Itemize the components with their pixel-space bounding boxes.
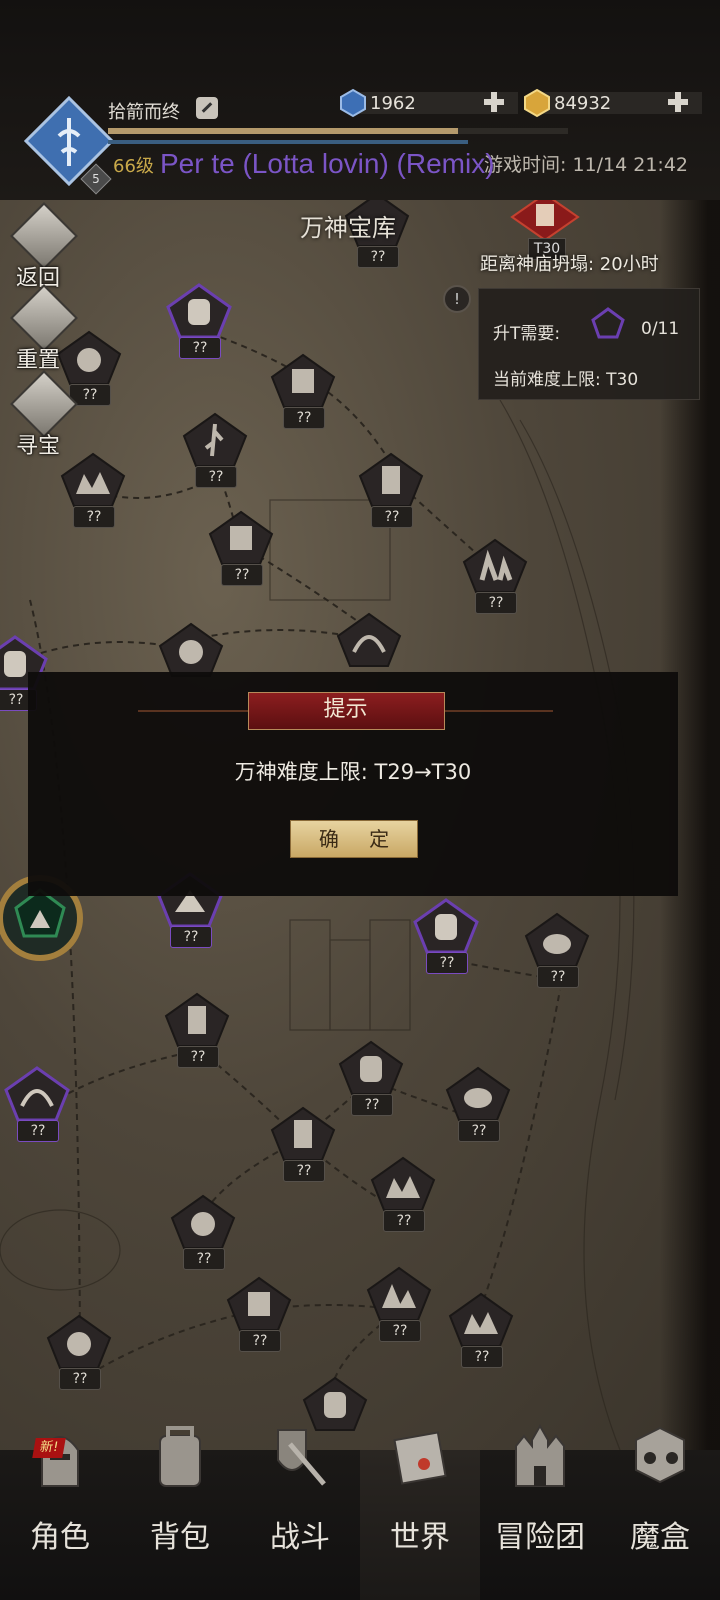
map-node[interactable]: ?? [60, 452, 126, 528]
sword-shield-icon [277, 1429, 326, 1486]
node-label: ?? [283, 1160, 325, 1182]
map-node-boss[interactable]: ?? [413, 898, 479, 974]
blue-gem-icon [340, 88, 366, 118]
collapse-countdown: 距离神庙坍塌: 20小时 [480, 254, 659, 275]
map-node[interactable]: ?? [370, 1156, 436, 1232]
alert-icon[interactable]: ! [443, 285, 471, 313]
node-label: ?? [17, 1120, 59, 1142]
map-node[interactable]: ?? [182, 412, 248, 488]
gold-gem-currency: 84932 [522, 88, 702, 118]
map-node[interactable]: ?? [524, 912, 590, 988]
difficulty-limit: 当前难度上限: T30 [493, 370, 639, 390]
edit-icon[interactable] [196, 97, 218, 119]
notice-dialog: 提示 万神难度上限: T29→T30 确 定 [28, 672, 678, 896]
node-label: ?? [357, 246, 399, 268]
xp-bar-fill [108, 128, 458, 134]
nav-label: 角色 [30, 1520, 90, 1555]
map-title: 万神宝库 [300, 214, 396, 242]
nav-label: 背包 [150, 1520, 210, 1555]
add-gold-gem-button[interactable] [666, 90, 690, 114]
map-node[interactable]: ?? [448, 1292, 514, 1368]
now-playing-title: Per te (Lotta lovin) (Remix) [160, 148, 495, 179]
game-time: 游戏时间: 11/14 21:42 [484, 154, 688, 176]
add-blue-gem-button[interactable] [482, 90, 506, 114]
node-label: ?? [537, 966, 579, 988]
confirm-button[interactable]: 确 定 [290, 820, 418, 858]
gold-gem-icon [524, 88, 550, 118]
node-label: ?? [73, 506, 115, 528]
node-label: ?? [371, 506, 413, 528]
node-label: ?? [59, 1368, 101, 1390]
gold-gem-count: 84932 [554, 92, 612, 114]
player-name: 拾箭而终 [108, 102, 180, 123]
map-node[interactable]: ?? [208, 510, 274, 586]
top-header: 5 拾箭而终 66级 游戏时间: 11/14 21:42 Per te (Lot… [0, 0, 720, 200]
map-node[interactable]: ?? [338, 1040, 404, 1116]
node-label: ?? [351, 1094, 393, 1116]
map-node-boss[interactable]: ?? [4, 1066, 70, 1142]
treasure-label: 寻宝 [16, 434, 61, 459]
map-node-boss[interactable]: ?? [166, 283, 232, 359]
node-label: ?? [177, 1046, 219, 1068]
back-button[interactable]: 返回 [10, 202, 80, 291]
nav-adventure-team[interactable]: 冒险团 [480, 1423, 600, 1600]
upgrade-requirement-count: 0/11 [641, 319, 680, 339]
new-badge: 新! [32, 1438, 66, 1458]
tier-info-panel: 升T需要: 0/11 当前难度上限: T30 [478, 288, 700, 400]
node-label: ?? [475, 592, 517, 614]
scroll-map-icon [393, 1431, 447, 1485]
backpack-icon [159, 1426, 201, 1487]
dialog-message: 万神难度上限: T29→T30 [234, 760, 472, 784]
magic-cube-icon [635, 1426, 685, 1484]
nav-label: 冒险团 [495, 1520, 585, 1555]
reset-label: 重置 [16, 348, 61, 373]
nav-battle[interactable]: 战斗 [240, 1429, 360, 1600]
dialog-title: 提示 [323, 697, 368, 722]
map-node[interactable]: ?? [46, 1314, 112, 1390]
xp-bar [108, 128, 568, 134]
map-node[interactable]: ?? [445, 1066, 511, 1142]
map-node[interactable]: ?? [226, 1276, 292, 1352]
node-label: ?? [239, 1330, 281, 1352]
pentagon-icon [591, 307, 625, 339]
node-label: ?? [379, 1320, 421, 1342]
secondary-bar [108, 140, 468, 144]
map-node[interactable]: ?? [462, 538, 528, 614]
map-node[interactable]: ?? [366, 1266, 432, 1342]
map-node[interactable]: ?? [164, 992, 230, 1068]
nav-world[interactable]: 世界 [360, 1431, 480, 1600]
node-label: ?? [170, 926, 212, 948]
node-label: ?? [461, 1346, 503, 1368]
node-label: ?? [426, 952, 468, 974]
nav-character[interactable]: 新! 角色 [0, 1436, 120, 1600]
node-label: ?? [221, 564, 263, 586]
map-node[interactable]: ?? [270, 1106, 336, 1182]
node-label: ?? [179, 337, 221, 359]
map-node[interactable]: ?? [170, 1194, 236, 1270]
node-label: ?? [383, 1210, 425, 1232]
player-level: 66级 [113, 156, 154, 177]
map-node[interactable]: ?? [358, 452, 424, 528]
map-node-current[interactable]: T30 [510, 192, 580, 260]
castle-icon [515, 1423, 565, 1487]
reset-button[interactable]: 重置 [10, 284, 80, 373]
blue-gem-count: 1962 [370, 92, 416, 114]
node-label: ?? [458, 1120, 500, 1142]
blue-gem-currency: 1962 [338, 88, 518, 118]
nav-label: 世界 [390, 1520, 450, 1555]
nav-label: 战斗 [270, 1520, 330, 1555]
back-label: 返回 [16, 266, 61, 291]
nav-label: 魔盒 [630, 1520, 690, 1555]
dialog-title-bar: 提示 [138, 692, 553, 730]
node-label: ?? [183, 1248, 225, 1270]
nav-backpack[interactable]: 背包 [120, 1426, 240, 1600]
treasure-button[interactable]: 寻宝 [10, 370, 80, 459]
upgrade-requirement-label: 升T需要: [493, 324, 561, 344]
map-node[interactable]: ?? [270, 353, 336, 429]
node-label: ?? [283, 407, 325, 429]
nav-magic-box[interactable]: 魔盒 [600, 1426, 720, 1600]
node-label: ?? [195, 466, 237, 488]
bottom-nav: 新! 角色 背包 战斗 世界 冒险团 魔盒 [0, 1423, 720, 1600]
